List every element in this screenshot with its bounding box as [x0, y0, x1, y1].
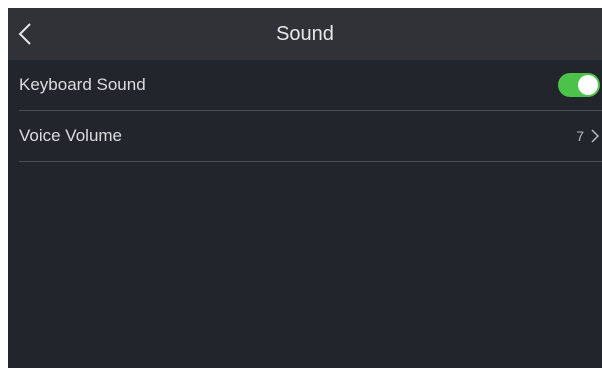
header-bar: Sound: [8, 8, 602, 60]
chevron-right-icon: [591, 129, 599, 143]
setting-row-voice-volume[interactable]: Voice Volume 7: [19, 111, 602, 162]
toggle-knob: [578, 75, 598, 95]
sound-settings-screen: Sound Keyboard Sound Voice Volume 7: [8, 8, 602, 368]
voice-volume-label: Voice Volume: [19, 126, 123, 145]
page-title: Sound: [276, 23, 334, 45]
keyboard-sound-toggle[interactable]: [558, 73, 600, 97]
settings-list: Keyboard Sound Voice Volume 7: [8, 60, 602, 162]
voice-volume-value: 7: [576, 128, 584, 144]
setting-row-keyboard-sound: Keyboard Sound: [19, 60, 602, 111]
keyboard-sound-label: Keyboard Sound: [19, 75, 146, 94]
